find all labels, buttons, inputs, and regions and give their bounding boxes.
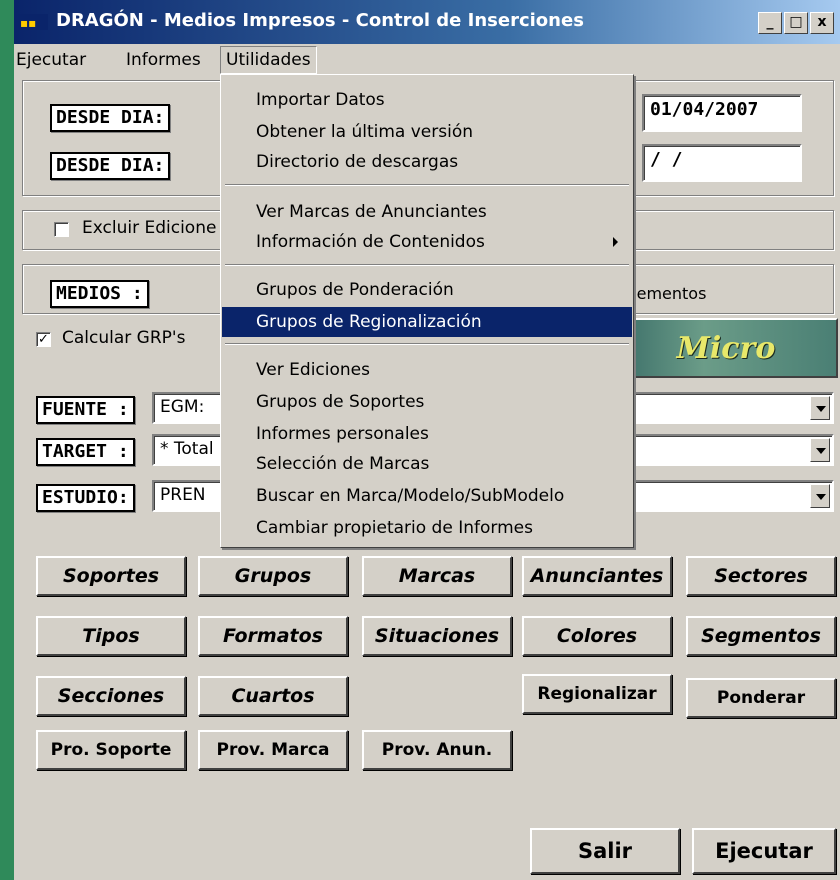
soportes-button[interactable]: Soportes (36, 556, 186, 596)
menu-item-label: Obtener la última versión (256, 122, 473, 142)
segmentos-button[interactable]: Segmentos (686, 616, 836, 656)
menu-ejecutar[interactable]: Ejecutar (16, 50, 86, 70)
calcular-grp-label: Calcular GRP's (62, 328, 186, 348)
desde-dia-label-1: DESDE DIA: (50, 104, 171, 132)
svg-text:▪▪: ▪▪ (20, 16, 36, 30)
date-from-input[interactable]: 01/04/2007 (642, 94, 802, 132)
sectores-button[interactable]: Sectores (686, 556, 836, 596)
menu-item-buscar-marca-modelo[interactable]: Buscar en Marca/Modelo/SubModelo (222, 481, 632, 511)
menu-item-grupos-regionalizacion[interactable]: Grupos de Regionalización (222, 307, 632, 337)
grupos-button[interactable]: Grupos (198, 556, 348, 596)
marcas-button[interactable]: Marcas (362, 556, 512, 596)
menu-item-label: Grupos de Regionalización (256, 312, 482, 332)
medios-label: MEDIOS : (50, 280, 149, 308)
colores-button[interactable]: Colores (522, 616, 672, 656)
menu-item-label: Cambiar propietario de Informes (256, 518, 533, 538)
menu-item-ver-ediciones[interactable]: Ver Ediciones (222, 355, 632, 385)
close-button[interactable]: x (810, 12, 834, 34)
menu-item-label: Importar Datos (256, 90, 385, 110)
menu-item-label: Información de Contenidos (256, 232, 485, 252)
utilidades-dropdown-menu: Importar Datos Obtener la última versión… (220, 74, 634, 548)
maximize-button[interactable]: □ (784, 12, 808, 34)
ejecutar-button[interactable]: Ejecutar (692, 828, 836, 874)
minimize-button[interactable]: _ (758, 12, 782, 34)
ponderar-button[interactable]: Ponderar (686, 678, 836, 718)
menu-item-label: Directorio de descargas (256, 152, 459, 172)
prov-marca-button[interactable]: Prov. Marca (198, 730, 348, 770)
menu-separator (225, 184, 629, 186)
situaciones-button[interactable]: Situaciones (362, 616, 512, 656)
menu-item-ver-marcas-anunciantes[interactable]: Ver Marcas de Anunciantes (222, 197, 632, 227)
menu-item-seleccion-marcas[interactable]: Selección de Marcas (222, 449, 632, 479)
menu-item-informacion-contenidos[interactable]: Información de Contenidos (222, 227, 632, 257)
menu-item-label: Selección de Marcas (256, 454, 430, 474)
menu-item-label: Grupos de Ponderación (256, 280, 454, 300)
regionalizar-button[interactable]: Regionalizar (522, 674, 672, 714)
excluir-label: Excluir Edicione (82, 218, 217, 238)
formatos-button[interactable]: Formatos (198, 616, 348, 656)
target-value: * Total (160, 439, 214, 459)
menu-item-obtener-ultima-version[interactable]: Obtener la última versión (222, 117, 632, 147)
menu-informes[interactable]: Informes (126, 50, 201, 70)
title-bar[interactable]: ▪▪ DRAGÓN - Medios Impresos - Control de… (14, 0, 840, 44)
main-window: ▪▪ DRAGÓN - Medios Impresos - Control de… (14, 0, 840, 880)
menu-item-grupos-ponderacion[interactable]: Grupos de Ponderación (222, 275, 632, 305)
menu-item-grupos-soportes[interactable]: Grupos de Soportes (222, 387, 632, 417)
target-label: TARGET : (36, 438, 135, 466)
fuente-value: EGM: (160, 397, 205, 417)
menu-item-importar-datos[interactable]: Importar Datos (222, 85, 632, 115)
micro-logo-banner: Micro (614, 318, 838, 378)
estudio-value: PREN (160, 485, 206, 505)
menu-separator (225, 343, 629, 345)
tipos-button[interactable]: Tipos (36, 616, 186, 656)
desde-dia-label-2: DESDE DIA: (50, 152, 171, 180)
date-to-input[interactable]: / / (642, 144, 802, 182)
suplementos-label: plementos (622, 284, 707, 303)
prov-anun-button[interactable]: Prov. Anun. (362, 730, 512, 770)
menu-item-label: Grupos de Soportes (256, 392, 425, 412)
app-logo-icon: ▪▪ (18, 14, 48, 30)
menu-item-label: Informes personales (256, 424, 429, 444)
menu-item-label: Ver Ediciones (256, 360, 370, 380)
excluir-checkbox[interactable] (54, 222, 69, 237)
micro-logo-text: Micro (676, 330, 776, 366)
menu-item-label: Ver Marcas de Anunciantes (256, 202, 487, 222)
menu-bar: Ejecutar Informes Utilidades (14, 46, 840, 74)
fuente-label: FUENTE : (36, 396, 135, 424)
chevron-down-icon[interactable] (810, 396, 830, 420)
menu-separator (225, 264, 629, 266)
menu-item-directorio-descargas[interactable]: Directorio de descargas (222, 147, 632, 177)
calcular-grp-checkbox[interactable]: ✓ (36, 332, 51, 347)
menu-item-cambiar-propietario[interactable]: Cambiar propietario de Informes (222, 513, 632, 543)
secciones-button[interactable]: Secciones (36, 676, 186, 716)
submenu-arrow-icon (613, 237, 618, 247)
prov-soporte-button[interactable]: Pro. Soporte (36, 730, 186, 770)
estudio-label: ESTUDIO: (36, 484, 135, 512)
menu-item-label: Buscar en Marca/Modelo/SubModelo (256, 486, 565, 506)
chevron-down-icon[interactable] (810, 484, 830, 508)
cuartos-button[interactable]: Cuartos (198, 676, 348, 716)
anunciantes-button[interactable]: Anunciantes (522, 556, 672, 596)
chevron-down-icon[interactable] (810, 438, 830, 462)
menu-utilidades[interactable]: Utilidades (220, 46, 317, 74)
salir-button[interactable]: Salir (530, 828, 680, 874)
menu-item-informes-personales[interactable]: Informes personales (222, 419, 632, 449)
window-title: DRAGÓN - Medios Impresos - Control de In… (56, 10, 584, 31)
